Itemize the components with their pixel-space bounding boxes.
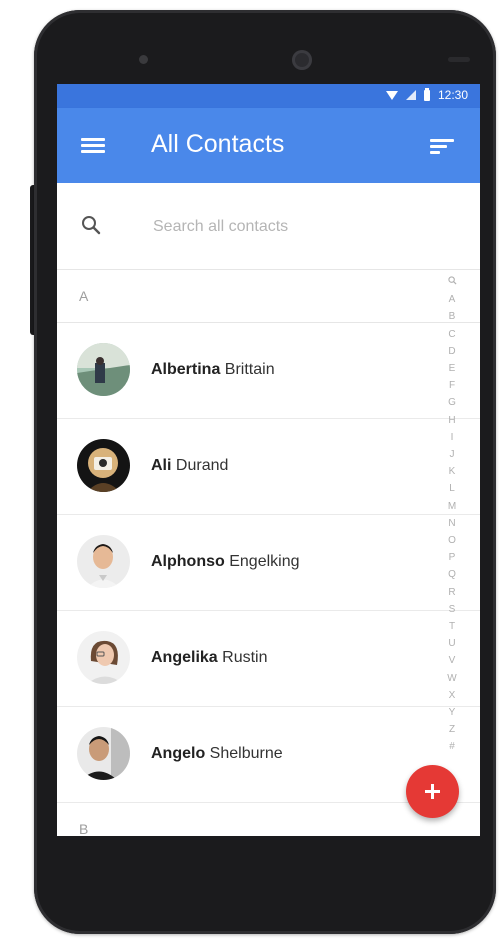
status-time: 12:30	[437, 88, 468, 102]
contact-first-name: Albertina	[151, 361, 221, 378]
index-letter[interactable]: X	[444, 687, 460, 704]
index-letter[interactable]: U	[444, 635, 460, 652]
status-icons: 12:30	[385, 87, 468, 102]
page-title: All Contacts	[151, 130, 285, 158]
index-letter[interactable]: W	[444, 670, 460, 687]
index-letter[interactable]: K	[444, 463, 460, 480]
index-letter[interactable]: Z	[444, 721, 460, 738]
index-letter[interactable]: A	[444, 291, 460, 308]
index-letter[interactable]: H	[444, 412, 460, 429]
contact-name: Angelo Shelburne	[151, 745, 283, 763]
contact-row[interactable]: Angelika Rustin	[57, 611, 480, 707]
index-letter[interactable]: G	[444, 394, 460, 411]
contact-last-name: Shelburne	[209, 745, 283, 762]
index-letter[interactable]: I	[444, 429, 460, 446]
contact-name: Albertina Brittain	[151, 361, 275, 379]
contact-first-name: Alphonso	[151, 553, 225, 570]
index-letter[interactable]: B	[444, 308, 460, 325]
index-letter[interactable]: M	[444, 498, 460, 515]
menu-icon[interactable]	[81, 138, 105, 154]
section-header-a: A	[57, 270, 480, 323]
app-bar: All Contacts	[57, 108, 480, 183]
contact-last-name: Engelking	[229, 553, 300, 570]
contact-name: Angelika Rustin	[151, 649, 268, 667]
battery-icon	[423, 87, 430, 101]
signal-icon	[405, 90, 416, 100]
index-letter[interactable]: T	[444, 618, 460, 635]
search-icon[interactable]	[81, 215, 101, 235]
sort-icon[interactable]	[430, 139, 454, 155]
wifi-icon	[385, 90, 398, 100]
section-letter: A	[79, 288, 89, 304]
contact-last-name: Brittain	[224, 361, 275, 378]
section-letter: B	[79, 821, 89, 836]
index-letter[interactable]: O	[444, 532, 460, 549]
search-bar	[57, 183, 480, 270]
avatar	[77, 439, 130, 492]
index-letter[interactable]: N	[444, 515, 460, 532]
index-letter[interactable]: Y	[444, 704, 460, 721]
contact-row[interactable]: Albertina Brittain	[57, 323, 480, 419]
status-bar: 12:30	[57, 84, 480, 108]
index-letter[interactable]: D	[444, 343, 460, 360]
index-letter[interactable]: Q	[444, 566, 460, 583]
index-search-icon[interactable]	[444, 274, 460, 291]
proximity-sensor	[448, 57, 470, 62]
contact-last-name: Durand	[175, 457, 229, 474]
contact-first-name: Angelo	[151, 745, 206, 762]
contact-first-name: Ali	[151, 457, 172, 474]
index-letter[interactable]: J	[444, 446, 460, 463]
index-letter[interactable]: S	[444, 601, 460, 618]
earpiece-dot	[139, 55, 148, 64]
contact-row[interactable]: Ali Durand	[57, 419, 480, 515]
index-letter[interactable]: R	[444, 584, 460, 601]
index-letter[interactable]: P	[444, 549, 460, 566]
contact-name: Alphonso Engelking	[151, 553, 300, 571]
index-letter[interactable]: F	[444, 377, 460, 394]
phone-screen: 12:30 All Contacts A Albertina	[57, 84, 480, 836]
search-input[interactable]	[151, 211, 455, 243]
front-camera	[292, 50, 312, 70]
index-letter[interactable]: V	[444, 652, 460, 669]
alphabet-index[interactable]: A B C D E F G H I J K L M N O P Q R S T …	[444, 274, 460, 756]
avatar	[77, 343, 130, 396]
contact-last-name: Rustin	[222, 649, 268, 666]
index-letter[interactable]: E	[444, 360, 460, 377]
index-letter[interactable]: #	[444, 738, 460, 755]
avatar	[77, 631, 130, 684]
index-letter[interactable]: L	[444, 480, 460, 497]
avatar	[77, 727, 130, 780]
contact-name: Ali Durand	[151, 457, 228, 475]
contact-first-name: Angelika	[151, 649, 218, 666]
avatar	[77, 535, 130, 588]
contact-row[interactable]: Alphonso Engelking	[57, 515, 480, 611]
add-contact-button[interactable]	[406, 765, 459, 818]
index-letter[interactable]: C	[444, 326, 460, 343]
